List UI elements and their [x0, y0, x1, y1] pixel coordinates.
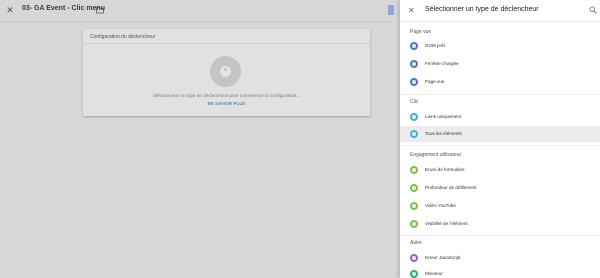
card-header: Configuration du déclencheur: [83, 29, 370, 44]
trigger-item-label: Liens uniquement: [425, 114, 462, 119]
page-view-icon: [410, 42, 418, 50]
save-button[interactable]: [388, 5, 394, 15]
trigger-item-label: Tous les éléments: [425, 131, 462, 136]
trigger-type-panel: ✕ Sélectionner un type de déclencheur Pa…: [400, 0, 600, 278]
section-title-click: Clic: [410, 99, 419, 105]
scroll-icon: [410, 184, 418, 192]
link-click-icon: [410, 113, 418, 121]
trigger-item-label: Visibilité de l'élément: [425, 221, 468, 226]
visibility-icon: [410, 220, 418, 228]
close-icon[interactable]: ✕: [408, 6, 415, 15]
timer-icon: [410, 270, 418, 278]
trigger-config-card[interactable]: Configuration du déclencheur Sélectionne…: [83, 29, 370, 116]
page-view-icon: [410, 60, 418, 68]
panel-header: ✕ Sélectionner un type de déclencheur: [400, 0, 600, 22]
learn-more-link[interactable]: EN SAVOIR PLUS: [83, 101, 370, 106]
trigger-item-label: Erreur JavaScript: [425, 255, 461, 260]
trigger-item-label: Fenêtre chargée: [425, 61, 459, 66]
divider: [400, 94, 600, 95]
trigger-item-javascript-error[interactable]: Erreur JavaScript: [400, 250, 600, 266]
section-title-page-view: Page vue: [410, 29, 432, 35]
panel-title: Sélectionner un type de déclencheur: [425, 6, 539, 13]
divider: [400, 145, 600, 146]
section-title-user-engagement: Engagement utilisateur: [410, 152, 462, 158]
trigger-item-links-only[interactable]: Liens uniquement: [400, 109, 600, 125]
trigger-item-label: Envoi de formulaire: [425, 167, 465, 172]
folder-icon[interactable]: [96, 6, 104, 14]
trigger-item-label: Page vue: [425, 79, 445, 84]
trigger-item-youtube-video[interactable]: Vidéo YouTube: [400, 198, 600, 214]
click-icon: [410, 130, 418, 138]
divider: [400, 235, 600, 236]
javascript-error-icon: [410, 254, 418, 262]
trigger-item-all-elements[interactable]: Tous les éléments: [400, 126, 600, 142]
video-icon: [410, 202, 418, 210]
trigger-item-label: Profondeur de défilement: [425, 185, 477, 190]
trigger-placeholder-icon: [210, 56, 241, 87]
trigger-item-form-submit[interactable]: Envoi de formulaire: [400, 162, 600, 178]
close-icon[interactable]: ✕: [5, 5, 15, 15]
trigger-item-window-loaded[interactable]: Fenêtre chargée: [400, 56, 600, 72]
editor-topbar: ✕ 03- GA Event - Clic menu: [0, 0, 392, 22]
trigger-item-scroll-depth[interactable]: Profondeur de défilement: [400, 180, 600, 196]
card-message: Sélectionnez un type de déclencheur pour…: [152, 93, 301, 98]
editor-title[interactable]: 03- GA Event - Clic menu: [22, 5, 105, 12]
section-title-other: Autre: [410, 240, 422, 246]
trigger-item-element-visibility[interactable]: Visibilité de l'élément: [400, 216, 600, 232]
trigger-item-label: Vidéo YouTube: [425, 203, 456, 208]
trigger-item-page-view[interactable]: Page vue: [400, 74, 600, 90]
trigger-item-label: DOM prêt: [425, 43, 445, 48]
trigger-item-timer[interactable]: Minuteur: [400, 266, 600, 278]
search-icon[interactable]: [589, 6, 597, 14]
page-view-icon: [410, 78, 418, 86]
trigger-item-label: Minuteur: [425, 271, 443, 276]
trigger-item-dom-ready[interactable]: DOM prêt: [400, 38, 600, 54]
form-icon: [410, 166, 418, 174]
